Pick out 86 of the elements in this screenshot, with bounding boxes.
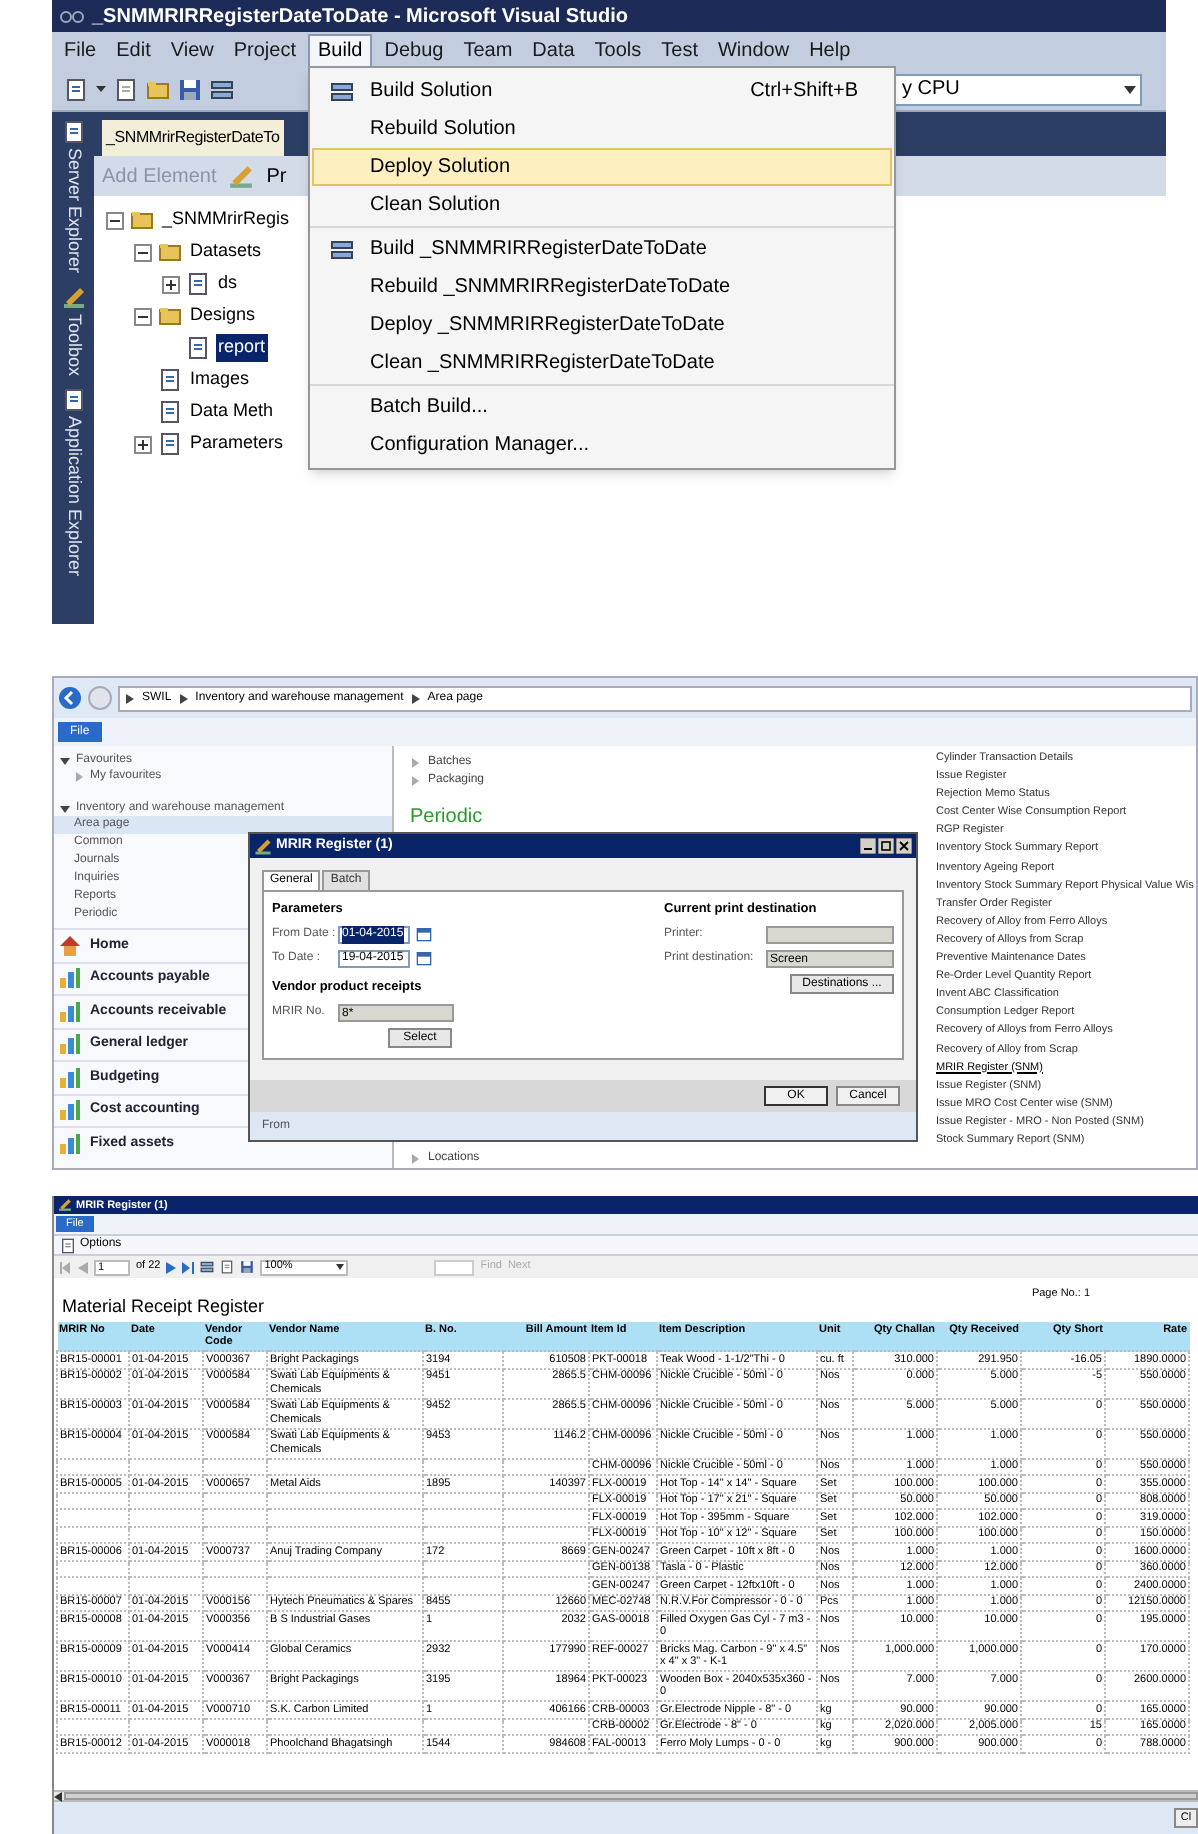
tree-item[interactable]: ds: [216, 270, 240, 298]
menu-item[interactable]: Build Solution Ctrl+Shift+B: [312, 72, 892, 110]
tree-item[interactable]: Images: [188, 366, 252, 394]
menu-item[interactable]: Build _SNMMRIRRegisterDateToDate: [312, 230, 892, 268]
pencil-icon: [58, 1198, 72, 1212]
folder-icon: [158, 240, 182, 264]
document-icon[interactable]: [60, 1237, 76, 1253]
chevron-icon: [126, 693, 134, 703]
folder-icon: [158, 304, 182, 328]
chart-icon: [58, 1065, 82, 1090]
menu-item[interactable]: Clean _SNMMRIRRegisterDateToDate: [312, 344, 892, 382]
scrollbar-thumb[interactable]: [64, 1792, 1198, 1800]
close-icon[interactable]: [896, 838, 912, 854]
new-project-icon[interactable]: [64, 77, 88, 101]
menu-item[interactable]: Data: [524, 34, 583, 66]
document-icon: [158, 368, 182, 392]
last-page-icon[interactable]: [182, 1261, 195, 1273]
dropdown-icon[interactable]: [336, 1264, 345, 1270]
side-tab[interactable]: Application Explorer: [59, 415, 87, 576]
collapse-icon[interactable]: [106, 211, 124, 229]
pencil-icon: [254, 837, 272, 855]
collapse-icon[interactable]: [134, 307, 152, 325]
save-icon[interactable]: [178, 77, 202, 101]
configuration-combo[interactable]: y CPU: [892, 73, 1142, 105]
tree-item[interactable]: report: [216, 334, 268, 362]
collapse-icon[interactable]: [60, 755, 70, 765]
tree-item[interactable]: Designs: [188, 302, 258, 330]
collapse-icon[interactable]: [134, 243, 152, 261]
chart-icon: [58, 999, 82, 1024]
next-page-icon[interactable]: [166, 1261, 177, 1273]
save-icon[interactable]: [240, 1260, 255, 1274]
document-icon: [186, 336, 210, 360]
maximize-icon[interactable]: [878, 838, 894, 854]
report-title: Material Receipt Register: [62, 1296, 265, 1318]
chart-icon: [58, 966, 82, 991]
add-item-icon[interactable]: [114, 77, 138, 101]
side-tab[interactable]: Toolbox: [59, 313, 87, 376]
infinity-icon: [60, 9, 84, 23]
menu-item[interactable]: File: [56, 34, 105, 66]
menu-item[interactable]: Configuration Manager...: [312, 426, 892, 464]
menu-item[interactable]: Tools: [586, 34, 650, 66]
tree-item[interactable]: Data Meth: [188, 398, 276, 426]
house-icon: [58, 933, 82, 958]
back-button[interactable]: [58, 686, 82, 710]
window-title: _SNMMRIRRegisterDateToDate - Microsoft Visual Studio: [92, 3, 628, 31]
menu-item[interactable]: View: [162, 34, 222, 66]
menu-item[interactable]: Batch Build...: [312, 388, 892, 426]
menu-item[interactable]: Deploy _SNMMRIRRegisterDateToDate: [312, 306, 892, 344]
tree-item[interactable]: Parameters: [188, 430, 286, 458]
menu-item[interactable]: Window: [709, 34, 798, 66]
tree-item[interactable]: Datasets: [188, 238, 264, 266]
folder-icon: [130, 208, 154, 232]
menu-item[interactable]: Test: [653, 34, 706, 66]
expand-icon[interactable]: [134, 435, 152, 453]
chart-icon: [58, 1032, 82, 1057]
chart-icon: [58, 1131, 82, 1156]
calendar-icon[interactable]: [416, 926, 432, 943]
input-field[interactable]: [766, 925, 894, 944]
menu-item[interactable]: Team: [455, 34, 521, 66]
document-icon: [186, 272, 210, 296]
menu-item[interactable]: Debug: [376, 34, 452, 66]
chevron-icon: [179, 693, 188, 703]
menu-item[interactable]: Deploy Solution: [312, 148, 892, 186]
menu-item[interactable]: Edit: [108, 34, 159, 66]
document-tab[interactable]: _SNMMrirRegisterDateTo: [102, 120, 284, 156]
menu-item[interactable]: Clean Solution: [312, 186, 892, 224]
menu-item[interactable]: Project: [225, 34, 304, 66]
menu-item[interactable]: Build: [307, 34, 373, 66]
tree-item[interactable]: _SNMMrirRegis: [160, 206, 292, 234]
dropdown-icon[interactable]: [1124, 85, 1136, 93]
chart-icon: [58, 1098, 82, 1123]
calendar-icon[interactable]: [416, 950, 432, 967]
chevron-icon: [411, 693, 420, 703]
caret-icon[interactable]: [96, 86, 106, 92]
toolbar-button[interactable]: Pr: [266, 161, 287, 191]
folder-icon[interactable]: [146, 77, 170, 101]
document-icon: [158, 400, 182, 424]
menu-item[interactable]: Rebuild _SNMMRIRRegisterDateToDate: [312, 268, 892, 306]
minimize-icon[interactable]: [860, 838, 876, 854]
menu-item[interactable]: Help: [801, 34, 859, 66]
expand-icon[interactable]: [162, 275, 180, 293]
document-icon: [158, 432, 182, 456]
side-tab[interactable]: Server Explorer: [59, 148, 87, 274]
find-field[interactable]: [434, 1259, 475, 1275]
section-heading: Periodic: [410, 804, 485, 832]
menu-item[interactable]: Rebuild Solution: [312, 110, 892, 148]
